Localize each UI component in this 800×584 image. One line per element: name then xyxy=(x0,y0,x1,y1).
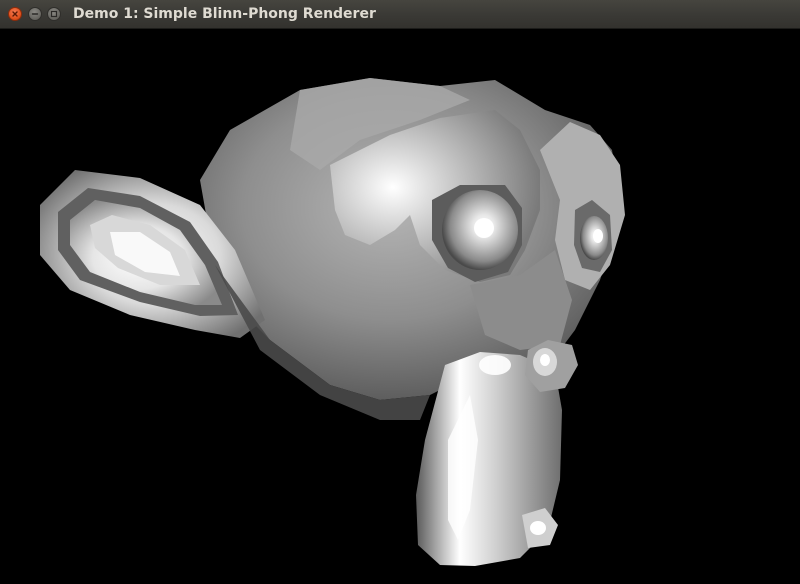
close-button[interactable] xyxy=(8,7,22,21)
maximize-icon xyxy=(50,10,58,18)
rendered-monkey-head xyxy=(40,78,625,566)
window-title: Demo 1: Simple Blinn-Phong Renderer xyxy=(73,6,376,22)
maximize-button[interactable] xyxy=(47,7,61,21)
close-icon xyxy=(12,11,18,17)
minimize-button[interactable] xyxy=(28,7,42,21)
minimize-icon xyxy=(31,13,39,15)
app-window: Demo 1: Simple Blinn-Phong Renderer xyxy=(0,0,800,584)
render-viewport[interactable] xyxy=(0,29,800,584)
title-bar[interactable]: Demo 1: Simple Blinn-Phong Renderer xyxy=(0,0,800,29)
